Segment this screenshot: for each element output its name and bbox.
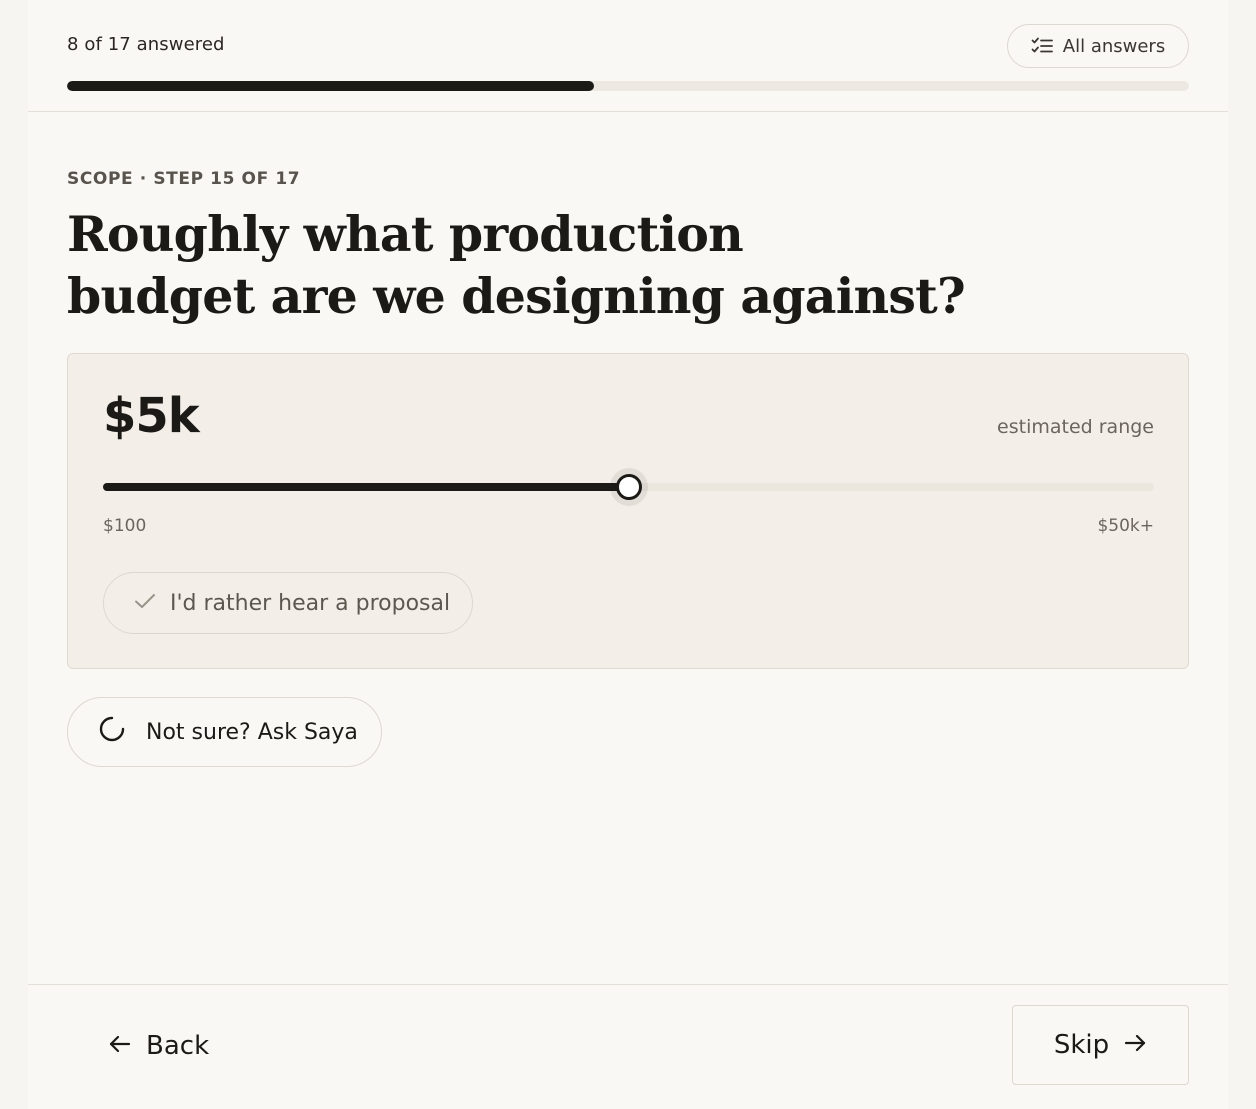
- skip-button[interactable]: Skip: [1012, 1005, 1189, 1085]
- header-divider: [28, 111, 1228, 112]
- slider-min-label: $100: [103, 516, 147, 536]
- slider-max-label: $50k+: [1097, 516, 1154, 536]
- footer-divider: [28, 984, 1228, 985]
- question-title-line-2: budget are we designing against?: [67, 267, 966, 325]
- checklist-icon: [1031, 37, 1053, 55]
- arrow-right-icon: [1123, 1030, 1147, 1060]
- arrow-left-icon: [108, 1031, 132, 1061]
- question-title: Roughly what production budget are we de…: [67, 203, 966, 327]
- question-title-line-1: Roughly what production: [67, 205, 744, 263]
- step-eyebrow: SCOPE · STEP 15 OF 17: [67, 169, 301, 189]
- proposal-option-button[interactable]: I'd rather hear a proposal: [103, 572, 473, 634]
- all-answers-button[interactable]: All answers: [1007, 24, 1189, 68]
- back-label: Back: [146, 1031, 210, 1061]
- range-note: estimated range: [997, 416, 1154, 438]
- check-icon: [134, 591, 156, 616]
- budget-card: $5k estimated range $100 $50k+ I'd rathe…: [67, 353, 1189, 669]
- back-button[interactable]: Back: [108, 1026, 209, 1066]
- slider-thumb[interactable]: [615, 474, 642, 500]
- budget-slider[interactable]: [103, 472, 1154, 502]
- progress-label: 8 of 17 answered: [67, 34, 225, 55]
- slider-fill: [103, 483, 629, 491]
- skip-label: Skip: [1053, 1030, 1110, 1060]
- ask-saya-label: Not sure? Ask Saya: [146, 719, 358, 745]
- budget-value: $5k: [103, 388, 200, 444]
- all-answers-label: All answers: [1062, 35, 1166, 57]
- proposal-option-label: I'd rather hear a proposal: [170, 590, 451, 616]
- ask-saya-button[interactable]: Not sure? Ask Saya: [67, 697, 382, 767]
- progress-bar: [67, 81, 1189, 91]
- spinner-icon: [98, 715, 126, 749]
- progress-bar-fill: [67, 81, 595, 91]
